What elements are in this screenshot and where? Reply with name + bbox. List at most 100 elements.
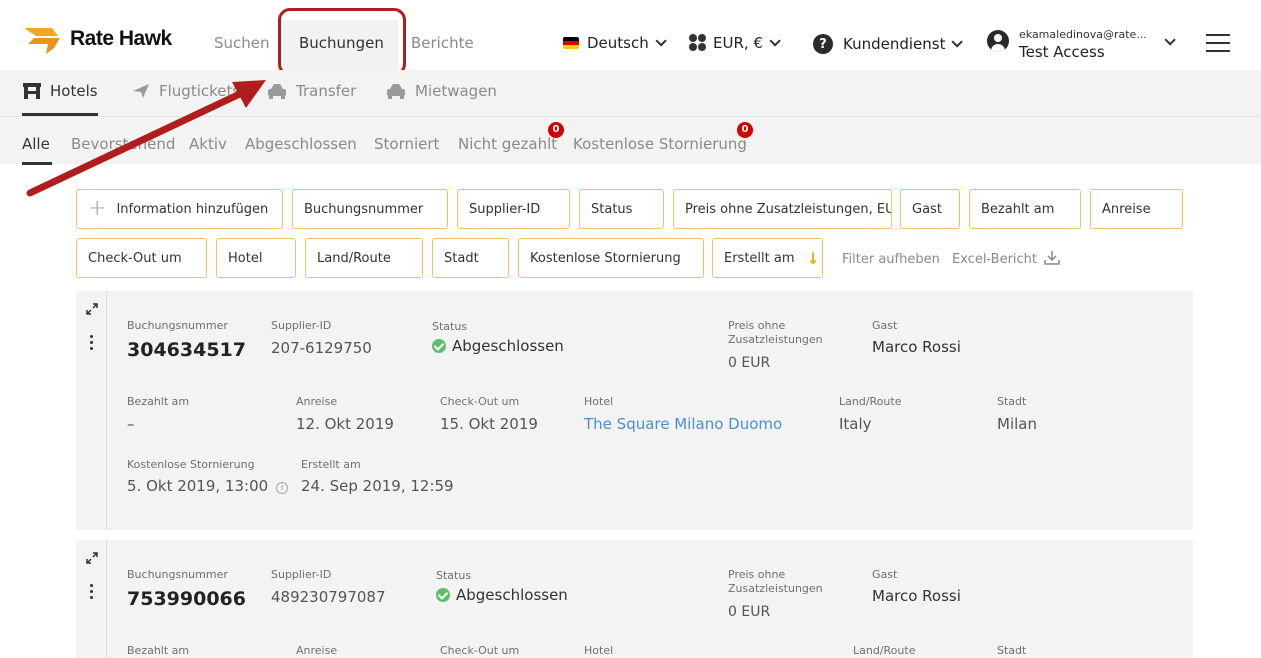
chip-label: Status	[591, 201, 633, 217]
booking-number[interactable]: 753990066	[127, 588, 246, 610]
label-price-1: Preis ohne	[728, 319, 786, 332]
supplier-id: 489230797087	[271, 588, 386, 606]
filter-hotel[interactable]: Hotel	[216, 238, 296, 278]
filter-anreise[interactable]: Anreise	[1090, 189, 1183, 229]
filter-erstellt-am[interactable]: Erstellt am ↓	[712, 238, 823, 278]
label-country: Land/Route	[839, 395, 902, 408]
language-selector[interactable]: Deutsch	[563, 34, 667, 52]
airplane-icon	[133, 84, 149, 98]
check-circle-icon	[432, 339, 446, 353]
label-supplier-id: Supplier-ID	[271, 319, 332, 332]
filter-stadt[interactable]: Stadt	[432, 238, 509, 278]
chevron-down-icon	[769, 35, 781, 47]
more-options-icon[interactable]	[90, 584, 94, 602]
add-information-button[interactable]: + Information hinzufügen	[76, 189, 283, 229]
label-city: Stadt	[997, 395, 1027, 408]
created-value: 24. Sep 2019, 12:59	[301, 477, 454, 495]
label-arrival: Anreise	[296, 395, 338, 408]
nav-berichte[interactable]: Berichte	[411, 34, 474, 52]
label-price-2: Zusatzleistungen	[728, 333, 823, 346]
country-value: Italy	[839, 415, 872, 433]
tab-flugtickets-label: Flugtickets	[159, 82, 241, 100]
guest-name: Marco Rossi	[872, 338, 961, 356]
status-tab-nicht-gezahlt[interactable]: Nicht gezahlt	[458, 135, 557, 153]
filter-bezahlt-am[interactable]: Bezahlt am	[969, 189, 1081, 229]
status-value: Abgeschlossen	[432, 337, 564, 355]
label-guest: Gast	[872, 319, 898, 332]
tab-mietwagen-label: Mietwagen	[415, 82, 497, 100]
filter-preis[interactable]: Preis ohne Zusatzleistungen, EUR	[673, 189, 892, 229]
count-badge: 0	[737, 122, 753, 138]
filter-supplier-id[interactable]: Supplier-ID	[457, 189, 570, 229]
booking-number[interactable]: 304634517	[127, 339, 246, 361]
chip-label: Stadt	[444, 250, 479, 266]
german-flag-icon	[563, 37, 579, 49]
status-tab-aktiv[interactable]: Aktiv	[189, 135, 227, 153]
more-options-icon[interactable]	[90, 335, 94, 353]
hotel-link[interactable]: The Square Milano Duomo	[584, 415, 782, 433]
user-email[interactable]: ekamaledinova@rate...	[1019, 28, 1147, 41]
status-tab-storniert[interactable]: Storniert	[374, 135, 439, 153]
sort-arrow-down-icon: ↓	[806, 248, 820, 268]
label-price-1: Preis ohne	[728, 568, 786, 581]
status-text: Abgeschlossen	[456, 586, 568, 604]
card-divider	[106, 540, 107, 658]
chip-label: Preis ohne Zusatzleistungen, EUR	[685, 201, 892, 217]
tab-transfer-label: Transfer	[296, 82, 357, 100]
chip-label: Buchungsnummer	[304, 201, 424, 217]
car-icon	[387, 84, 405, 99]
status-tab-alle[interactable]: Alle	[22, 135, 50, 153]
user-name[interactable]: Test Access	[1019, 43, 1105, 61]
brand-name: Rate Hawk	[70, 27, 172, 50]
status-tab-abgeschlossen[interactable]: Abgeschlossen	[245, 135, 357, 153]
chip-label: Kostenlose Stornierung	[530, 250, 681, 266]
user-menu-chevron-icon[interactable]	[1164, 34, 1176, 46]
status-tab-bar: Alle Bevorstehend Aktiv Abgeschlossen St…	[0, 116, 1261, 165]
expand-icon[interactable]	[84, 301, 100, 317]
label-checkout: Check-Out um	[440, 644, 520, 657]
filter-status[interactable]: Status	[579, 189, 664, 229]
brand-logo[interactable]: Rate Hawk	[24, 24, 172, 54]
product-tab-bar: Hotels Flugtickets Transfer Mietwagen	[0, 70, 1261, 116]
info-icon[interactable]: i	[276, 482, 289, 494]
tab-hotels[interactable]: Hotels	[22, 82, 98, 100]
download-icon[interactable]	[1043, 249, 1061, 267]
free-cancel-date: 5. Okt 2019, 13:00	[127, 477, 269, 495]
filter-check-out[interactable]: Check-Out um	[76, 238, 207, 278]
filter-land-route[interactable]: Land/Route	[305, 238, 423, 278]
status-tab-kostenlose-stornierung[interactable]: Kostenlose Stornierung	[573, 135, 747, 153]
hamburger-menu-icon[interactable]	[1206, 34, 1230, 52]
label-booking-number: Buchungsnummer	[127, 568, 228, 581]
chip-label: Hotel	[228, 250, 263, 266]
clear-filters-link[interactable]: Filter aufheben	[842, 252, 940, 267]
nav-suchen[interactable]: Suchen	[214, 34, 270, 52]
chip-label: Check-Out um	[88, 250, 182, 266]
filter-gast[interactable]: Gast	[900, 189, 960, 229]
chip-label: Supplier-ID	[469, 201, 541, 217]
annotation-highlight-box	[278, 8, 406, 76]
label-free-cancel: Kostenlose Stornierung	[127, 458, 255, 471]
excel-report-link[interactable]: Excel-Bericht	[952, 252, 1037, 267]
help-icon: ?	[813, 34, 833, 54]
support-menu[interactable]: ? Kundendienst	[813, 34, 964, 54]
car-icon	[268, 84, 286, 99]
tab-mietwagen[interactable]: Mietwagen	[385, 82, 497, 100]
currency-selector[interactable]: EUR, €	[689, 34, 781, 52]
free-cancel-value: 5. Okt 2019, 13:00 i	[127, 477, 289, 495]
label-arrival: Anreise	[296, 644, 338, 657]
tab-transfer[interactable]: Transfer	[266, 82, 356, 100]
chip-label: Land/Route	[317, 250, 391, 266]
filter-kostenlose-stornierung[interactable]: Kostenlose Stornierung	[518, 238, 704, 278]
tab-flugtickets[interactable]: Flugtickets	[131, 82, 240, 100]
label-status: Status	[432, 320, 468, 333]
label-price-2: Zusatzleistungen	[728, 582, 823, 595]
label-city: Stadt	[997, 644, 1027, 657]
support-label: Kundendienst	[843, 35, 946, 53]
expand-icon[interactable]	[84, 550, 100, 566]
supplier-id: 207-6129750	[271, 339, 372, 357]
user-avatar-icon[interactable]	[987, 30, 1009, 52]
chip-label: Gast	[912, 201, 942, 217]
filter-buchungsnummer[interactable]: Buchungsnummer	[292, 189, 448, 229]
status-tab-bevorstehend[interactable]: Bevorstehend	[71, 135, 175, 153]
label-checkout: Check-Out um	[440, 395, 520, 408]
